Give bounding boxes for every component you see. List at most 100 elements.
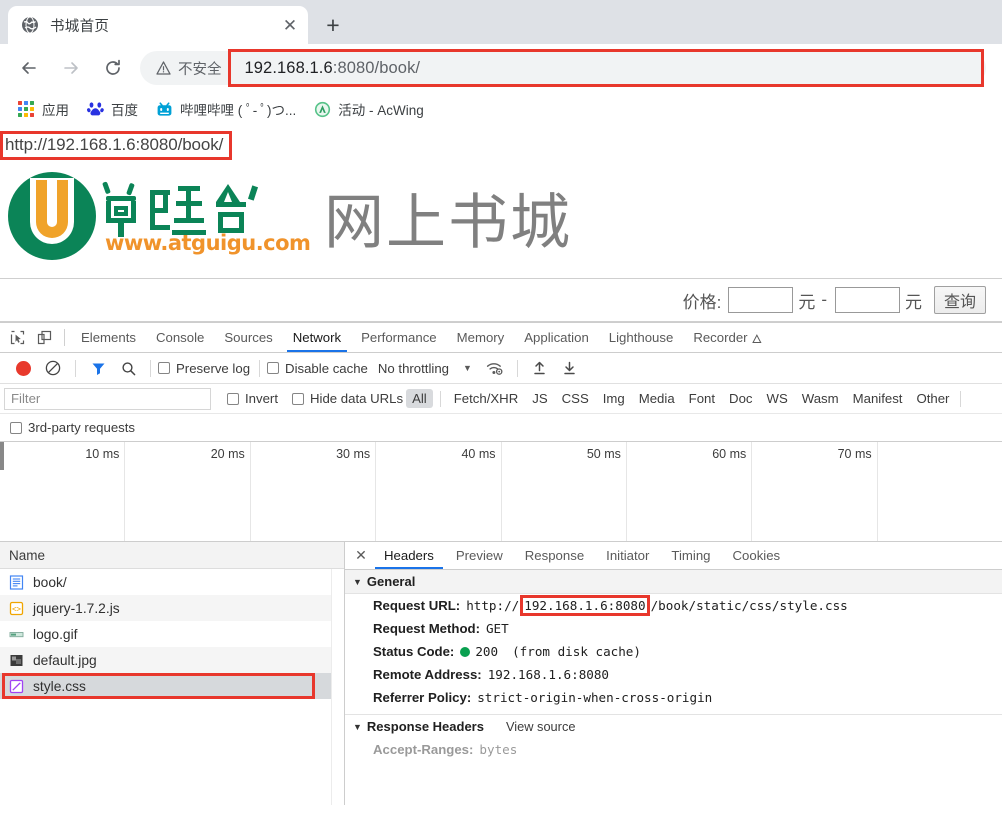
omnibox[interactable]: 不安全 192.168.1.6:8080/book/ <box>140 49 986 87</box>
price-search-bar: 价格: 元 - 元 查询 <box>0 278 1002 322</box>
detail-tabbar: ✕ Headers Preview Response Initiator Tim… <box>345 542 1002 570</box>
divider <box>439 390 441 407</box>
apps-grid-icon <box>18 100 35 118</box>
view-source-link[interactable]: View source <box>506 719 575 734</box>
back-icon[interactable] <box>13 52 45 84</box>
disable-cache-checkbox[interactable]: Disable cache <box>267 361 368 376</box>
tab-recorder[interactable]: Recorder 🜂 <box>683 323 772 352</box>
price-max-input[interactable] <box>834 287 900 313</box>
filter-type-font[interactable]: Font <box>683 389 721 408</box>
network-overview-timeline[interactable]: 10 ms 20 ms 30 ms 40 ms 50 ms 60 ms 70 m… <box>0 442 1002 542</box>
table-row[interactable]: <> jquery-1.7.2.js <box>0 595 344 621</box>
warning-triangle-icon <box>156 61 171 75</box>
close-icon[interactable]: ✕ <box>278 13 302 37</box>
filter-type-css[interactable]: CSS <box>556 389 595 408</box>
chevron-down-icon: ▼ <box>353 576 362 587</box>
tab-console[interactable]: Console <box>146 323 214 352</box>
import-har-icon[interactable] <box>525 360 555 376</box>
tab-response[interactable]: Response <box>514 542 595 569</box>
filter-type-ws[interactable]: WS <box>761 389 794 408</box>
tab-sources[interactable]: Sources <box>214 323 282 352</box>
tab-timing[interactable]: Timing <box>660 542 721 569</box>
third-party-checkbox[interactable]: 3rd-party requests <box>10 420 135 435</box>
general-section-header[interactable]: ▼ General <box>345 570 1002 594</box>
reload-icon[interactable] <box>97 52 129 84</box>
header-key: Referrer Policy: <box>373 690 472 705</box>
browser-chrome: 书城首页 ✕ + 不安全 192.168.1.6:8080/book/ 应用 百… <box>0 0 1002 126</box>
tab-elements[interactable]: Elements <box>71 323 146 352</box>
filter-type-media[interactable]: Media <box>633 389 681 408</box>
filter-type-wasm[interactable]: Wasm <box>796 389 845 408</box>
new-tab-button[interactable]: + <box>318 10 348 40</box>
tab-initiator[interactable]: Initiator <box>595 542 660 569</box>
security-chip[interactable]: 不安全 <box>140 58 228 79</box>
tab-network[interactable]: Network <box>283 323 351 352</box>
overview-tick: 50 ms <box>502 442 627 541</box>
flask-icon: 🜂 <box>751 332 763 346</box>
image-icon <box>9 627 24 642</box>
filter-type-img[interactable]: Img <box>597 389 631 408</box>
script-icon: <> <box>9 601 24 616</box>
network-conditions-icon[interactable] <box>480 361 510 376</box>
forward-icon[interactable] <box>55 52 87 84</box>
price-min-input[interactable] <box>728 287 794 313</box>
request-name: jquery-1.7.2.js <box>33 600 120 616</box>
header-key: Status Code: <box>373 644 455 659</box>
hide-data-urls-checkbox[interactable]: Hide data URLs <box>291 391 403 406</box>
bilibili-icon <box>156 101 173 118</box>
overview-tick <box>878 442 1002 541</box>
bookmark-bilibili[interactable]: 哔哩哔哩 ( ﾟ- ﾟ)つ... <box>148 96 304 122</box>
funnel-icon[interactable] <box>83 361 113 376</box>
tab-lighthouse[interactable]: Lighthouse <box>599 323 684 352</box>
filter-type-manifest[interactable]: Manifest <box>847 389 909 408</box>
checkbox-box <box>267 362 280 374</box>
checkbox-box <box>227 392 239 405</box>
preserve-log-checkbox[interactable]: Preserve log <box>158 361 250 376</box>
inspect-element-icon[interactable] <box>4 323 31 352</box>
tick-label: 50 ms <box>586 447 621 461</box>
magnifier-icon[interactable] <box>113 361 143 376</box>
request-list-header[interactable]: Name <box>0 542 344 569</box>
request-list: Name book/ <> jquery-1.7.2.js logo.gif d… <box>0 542 345 805</box>
bookmark-apps[interactable]: 应用 <box>10 96 77 122</box>
divider <box>516 359 518 377</box>
tab-performance[interactable]: Performance <box>351 323 447 352</box>
request-list-scrollbar[interactable] <box>331 569 344 805</box>
table-row[interactable]: style.css <box>0 673 344 699</box>
chevron-down-icon: ▼ <box>353 721 362 732</box>
devtools-panel: Elements Console Sources Network Perform… <box>0 322 1002 805</box>
tick-label: 60 ms <box>712 447 747 461</box>
export-har-icon[interactable] <box>555 360 585 376</box>
url-bar-highlight[interactable]: 192.168.1.6:8080/book/ <box>227 49 984 87</box>
host-annotation: 192.168.1.6:8080 <box>520 595 650 616</box>
bookmark-acwing[interactable]: 活动 - AcWing <box>306 96 432 122</box>
status-ok-indicator-icon <box>460 647 471 657</box>
tab-headers[interactable]: Headers <box>373 542 445 569</box>
filter-type-other[interactable]: Other <box>910 389 955 408</box>
table-row[interactable]: logo.gif <box>0 621 344 647</box>
query-button[interactable]: 查询 <box>933 286 986 314</box>
tab-memory[interactable]: Memory <box>447 323 515 352</box>
device-toolbar-icon[interactable] <box>31 323 58 352</box>
tab-cookies[interactable]: Cookies <box>722 542 792 569</box>
filter-type-doc[interactable]: Doc <box>723 389 758 408</box>
throttling-select[interactable]: No throttling <box>378 361 449 376</box>
response-headers-section-header[interactable]: ▼ Response Headers View source <box>345 714 1002 738</box>
record-dot-icon[interactable] <box>8 360 38 376</box>
invert-checkbox[interactable]: Invert <box>227 391 278 406</box>
chevron-down-icon[interactable]: ▼ <box>463 363 472 373</box>
tab-strip: 书城首页 ✕ + <box>0 0 1002 44</box>
clear-no-entry-icon[interactable] <box>38 360 68 376</box>
filter-type-js[interactable]: JS <box>526 389 553 408</box>
browser-tab[interactable]: 书城首页 ✕ <box>8 6 308 44</box>
filter-type-fetch-xhr[interactable]: Fetch/XHR <box>448 389 525 408</box>
filter-type-all[interactable]: All <box>406 389 433 408</box>
close-icon[interactable]: ✕ <box>349 542 373 569</box>
bookmark-baidu[interactable]: 百度 <box>79 96 146 122</box>
filter-input[interactable] <box>4 387 211 410</box>
table-row[interactable]: book/ <box>0 569 344 595</box>
table-row[interactable]: default.jpg <box>0 647 344 673</box>
header-value: 200 <box>475 644 499 659</box>
tab-preview[interactable]: Preview <box>445 542 514 569</box>
tab-application[interactable]: Application <box>514 323 599 352</box>
